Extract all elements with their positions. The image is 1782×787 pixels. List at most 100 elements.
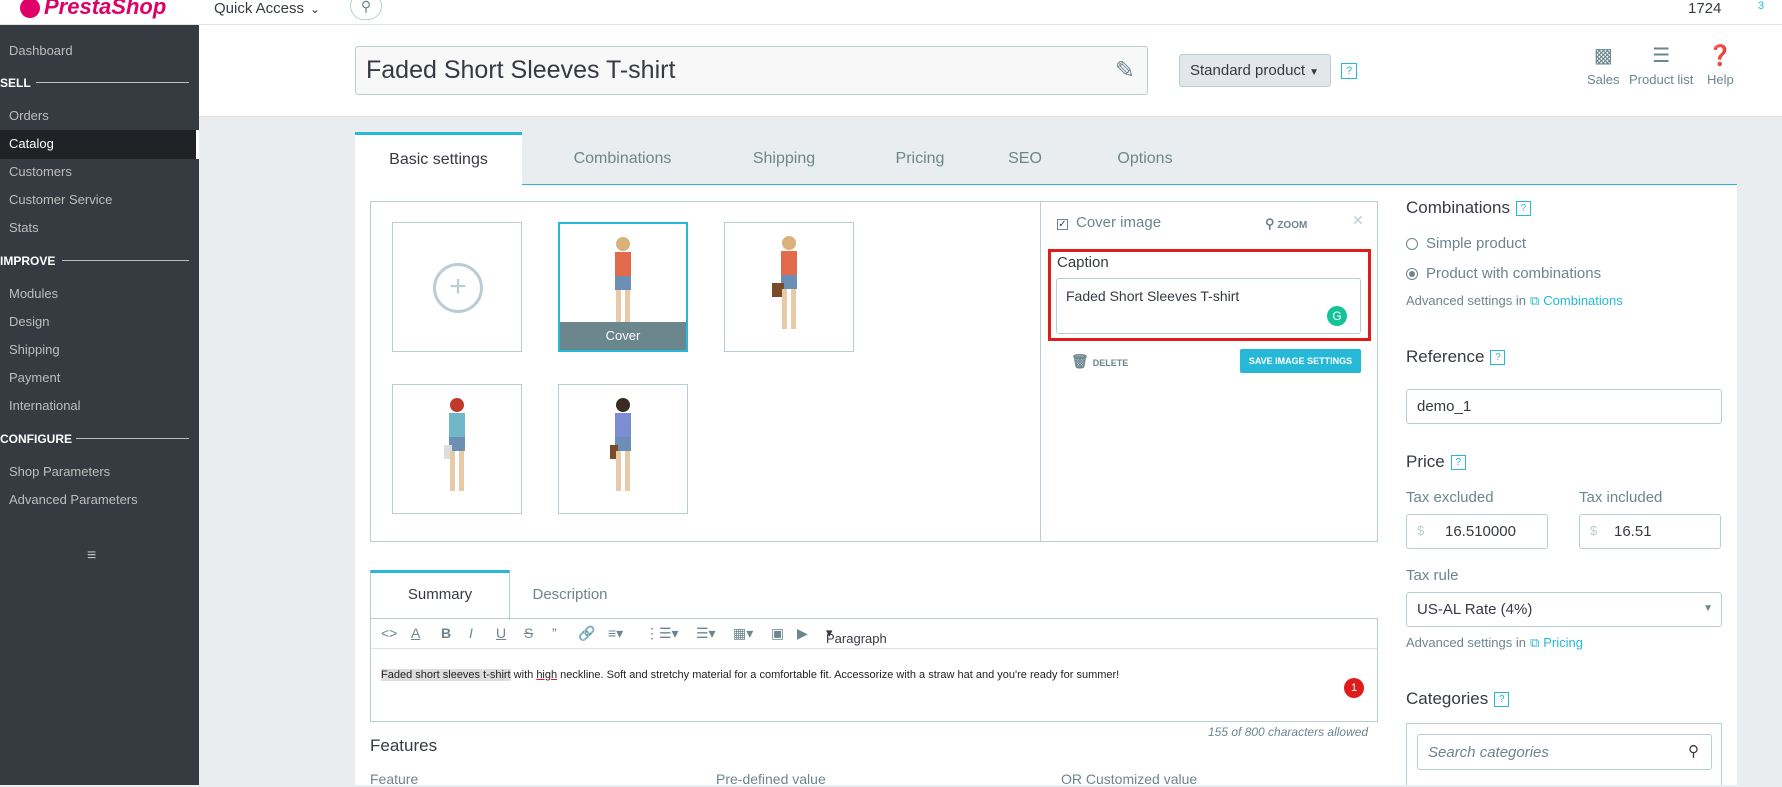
broken-image-icon: 3 (1758, 0, 1765, 12)
bold-icon[interactable]: B (441, 625, 451, 641)
product-name-text: Faded Short Sleeves T-shirt (366, 56, 676, 84)
sidebar-item-orders[interactable]: Orders (9, 108, 49, 123)
caption-textarea[interactable]: Faded Short Sleeves T-shirt (1056, 278, 1361, 334)
divider (62, 260, 189, 261)
table-icon[interactable]: ▦▾ (733, 625, 753, 642)
simple-product-radio[interactable]: Simple product (1406, 235, 1526, 252)
sidebar-item-catalog[interactable]: Catalog (9, 136, 54, 151)
sidebar-item-design[interactable]: Design (9, 314, 49, 329)
search-icon[interactable]: ⚲ (350, 0, 382, 20)
sidebar-item-shipping[interactable]: Shipping (9, 342, 60, 357)
sidebar-item-dashboard[interactable]: Dashboard (9, 43, 73, 58)
grammar-count-badge[interactable]: 1 (1344, 678, 1364, 698)
product-type-select[interactable]: Standard product ▼ (1179, 54, 1331, 87)
tab-shipping[interactable]: Shipping (719, 132, 849, 185)
list-icon: ☰ (1652, 45, 1671, 67)
sidebar-item-stats[interactable]: Stats (9, 220, 39, 235)
tab-pricing[interactable]: Pricing (855, 132, 985, 185)
image-thumbnail-cover[interactable]: Cover (558, 222, 688, 352)
quick-access-menu[interactable]: Quick Access ⌄ (214, 0, 320, 17)
sidebar-item-customers[interactable]: Customers (9, 164, 72, 179)
help-icon[interactable]: ? (1450, 455, 1466, 471)
strikethrough-icon[interactable]: S (524, 625, 533, 641)
tax-rule-select[interactable]: US-AL Rate (4%) ▼ (1406, 592, 1722, 627)
help-icon[interactable]: ? (1515, 201, 1531, 217)
prestashop-logo[interactable]: PrestaShop (20, 0, 166, 20)
price-title: Price? (1406, 452, 1466, 472)
search-icon: ⚲ (1688, 743, 1699, 760)
sales-button[interactable]: ▩ Sales (1587, 43, 1620, 87)
sidebar-item-payment[interactable]: Payment (9, 370, 60, 385)
save-image-settings-button[interactable]: SAVE IMAGE SETTINGS (1240, 349, 1361, 373)
code-icon[interactable]: <> (381, 625, 397, 641)
media-icon[interactable]: ▶ (797, 625, 808, 642)
sidebar-section-configure: CONFIGURE (0, 432, 72, 446)
sidebar-item-customer-service[interactable]: Customer Service (9, 192, 112, 207)
radio-selected-icon (1406, 268, 1418, 281)
help-icon[interactable]: ? (1494, 692, 1510, 708)
sidebar-item-international[interactable]: International (9, 398, 81, 413)
numbered-list-icon[interactable]: ☰▾ (696, 625, 716, 642)
image-thumbnail[interactable] (392, 384, 522, 514)
product-list-button[interactable]: ☰ Product list (1629, 43, 1693, 87)
sidebar-item-modules[interactable]: Modules (9, 286, 58, 301)
divider (76, 438, 189, 439)
char-count: 155 of 800 characters allowed (1208, 725, 1369, 739)
summary-editor[interactable]: <> A B I U S ” 🔗 ≡▾ ⋮☰▾ ☰▾ ▦▾ ▣ ▶ Paragr… (370, 618, 1378, 722)
paragraph-select[interactable]: Paragraph ▾ (826, 625, 887, 646)
sidebar: Dashboard SELL Orders Catalog Customers … (0, 25, 199, 785)
product-photo (772, 236, 797, 329)
align-icon[interactable]: ≡▾ (608, 625, 623, 642)
tab-options[interactable]: Options (1075, 132, 1215, 185)
grammarly-icon[interactable]: G (1327, 306, 1347, 326)
search-categories-input[interactable]: Search categories ⚲ (1417, 734, 1712, 770)
trash-icon: 🗑 (1071, 353, 1089, 369)
tab-summary[interactable]: Summary (370, 570, 510, 620)
currency-symbol: $ (1417, 523, 1425, 538)
sidebar-item-shop-parameters[interactable]: Shop Parameters (9, 464, 110, 479)
price-included-input[interactable]: $16.51 (1579, 514, 1721, 549)
tab-seo[interactable]: SEO (975, 132, 1075, 185)
cover-image-checkbox[interactable]: ✓ Cover image (1057, 214, 1161, 231)
tab-combinations[interactable]: Combinations (545, 132, 700, 185)
bar-chart-icon: ▩ (1593, 45, 1613, 67)
sidebar-section-sell: SELL (0, 76, 31, 90)
close-icon[interactable]: ✕ (1352, 212, 1364, 229)
tab-basic-settings[interactable]: Basic settings (355, 132, 522, 185)
image-icon[interactable]: ▣ (771, 625, 784, 642)
price-excluded-input[interactable]: $16.510000 (1406, 514, 1548, 549)
menu-collapse-icon[interactable]: ≡ (87, 547, 96, 565)
zoom-button[interactable]: ⚲ ZOOM (1265, 216, 1307, 232)
reference-input[interactable]: demo_1 (1406, 389, 1722, 424)
help-icon[interactable]: ? (1490, 350, 1506, 366)
currency-symbol: $ (1590, 523, 1598, 538)
caption-label: Caption (1057, 254, 1109, 271)
product-with-combinations-radio[interactable]: Product with combinations (1406, 265, 1601, 282)
image-thumbnail[interactable] (724, 222, 854, 352)
delete-image-button[interactable]: 🗑 DELETE (1071, 353, 1128, 370)
text-color-icon[interactable]: A (411, 625, 420, 641)
sidebar-item-advanced-parameters[interactable]: Advanced Parameters (9, 492, 138, 507)
tab-description[interactable]: Description (510, 570, 630, 620)
help-icon[interactable]: ? (1341, 63, 1357, 79)
sidebar-section-improve: IMPROVE (0, 254, 56, 268)
product-header: Faded Short Sleeves T-shirt ✎ Standard p… (199, 25, 1782, 117)
underline-icon[interactable]: U (496, 625, 506, 641)
zoom-icon: ⚲ (1265, 216, 1275, 231)
external-link-icon: ⧉ (1529, 293, 1540, 308)
add-image-button[interactable]: + (392, 222, 522, 352)
help-button[interactable]: ❓ Help (1707, 43, 1734, 87)
link-icon[interactable]: 🔗 (578, 625, 595, 642)
advanced-settings-combinations: Advanced settings in ⧉ Combinations (1406, 293, 1623, 308)
summary-text: Faded short sleeves t-shirt with high ne… (381, 669, 1120, 681)
product-photo (444, 398, 465, 491)
bullet-list-icon[interactable]: ⋮☰▾ (645, 625, 679, 642)
product-name-input[interactable]: Faded Short Sleeves T-shirt ✎ (355, 46, 1148, 95)
plus-icon: + (433, 263, 483, 313)
italic-icon[interactable]: I (469, 625, 473, 641)
divider (36, 82, 189, 83)
quote-icon[interactable]: ” (552, 625, 557, 641)
combinations-link[interactable]: Combinations (1543, 293, 1623, 308)
image-thumbnail[interactable] (558, 384, 688, 514)
pricing-link[interactable]: Pricing (1543, 635, 1583, 650)
